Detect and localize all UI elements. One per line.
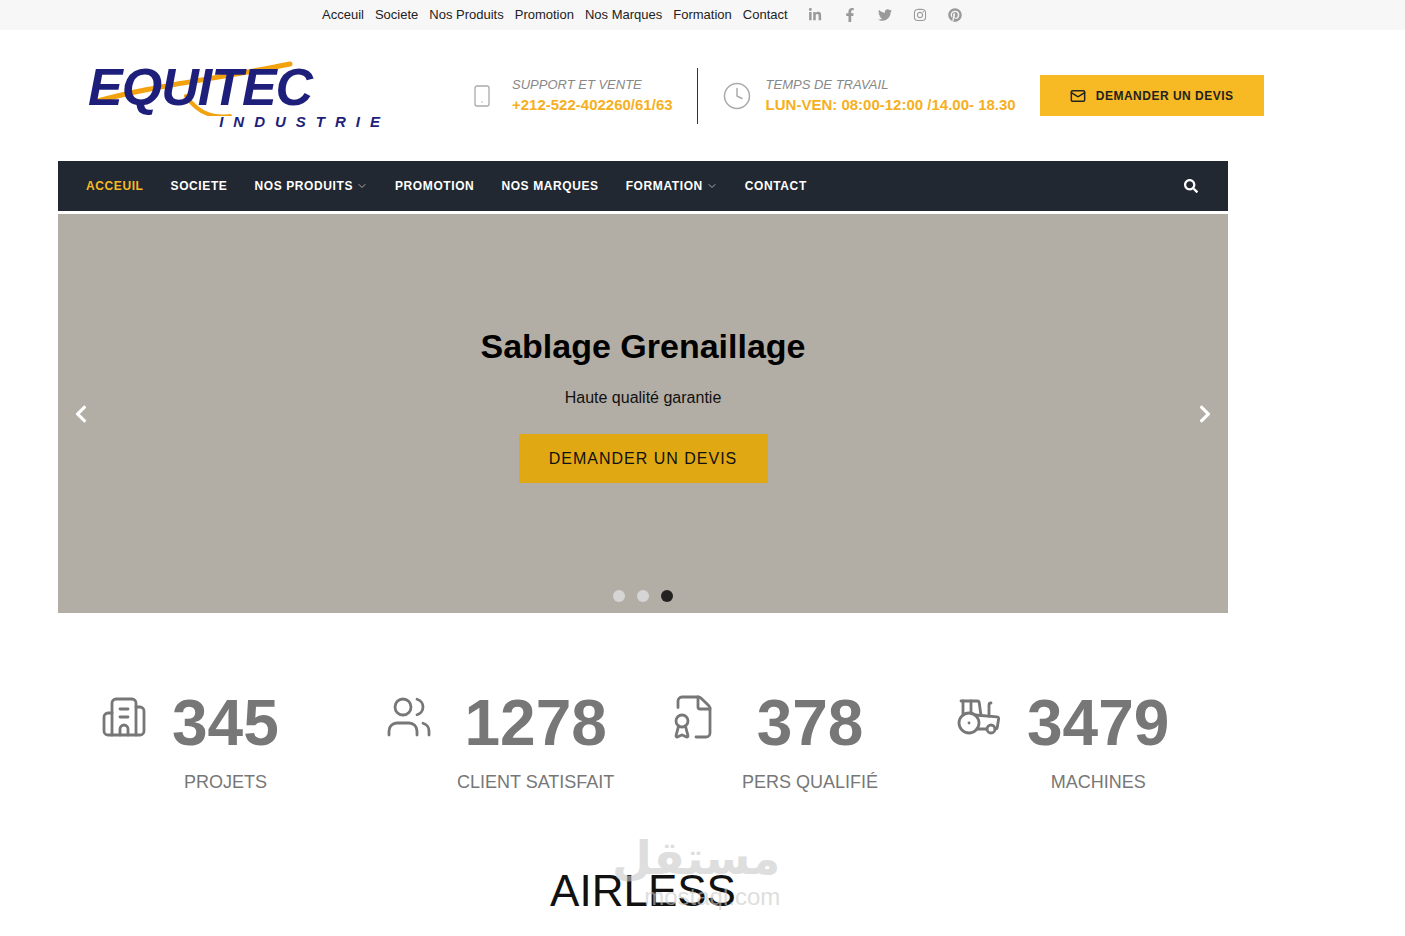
users-icon	[385, 693, 433, 741]
stat-label: PROJETS	[184, 769, 267, 796]
watermark: مستقلmostaql.com	[612, 832, 780, 910]
chevron-down-icon	[706, 180, 718, 192]
top-link[interactable]: Acceuil	[322, 5, 364, 25]
logo[interactable]: EQUITECINDUSTRIE	[88, 54, 390, 138]
hours-block: TEMPS DE TRAVAILLUN-VEN: 08:00-12:00 /14…	[722, 75, 1016, 117]
top-link[interactable]: Nos Produits	[429, 5, 503, 25]
support-block: SUPPORT ET VENTE+212-522-402260/61/63	[470, 75, 673, 117]
hero-title: Sablage Grenaillage	[480, 326, 805, 366]
top-link[interactable]: Promotion	[515, 5, 574, 25]
facebook-icon[interactable]	[843, 8, 857, 22]
nav-item[interactable]: NOS PRODUITS	[254, 177, 368, 195]
nav-item[interactable]: ACCEUIL	[86, 177, 144, 195]
section-title: AIRLESS	[58, 866, 1228, 916]
search-icon[interactable]	[1184, 179, 1198, 193]
mail-icon	[1070, 88, 1086, 104]
stat-value: 345	[172, 691, 279, 755]
nav-item[interactable]: SOCIETE	[171, 177, 228, 195]
nav-item[interactable]: PROMOTION	[395, 177, 474, 195]
nav-bar: ACCEUIL SOCIETE NOS PRODUITS PROMOTION NOS M…	[58, 161, 1228, 211]
nav-item[interactable]: NOS MARQUES	[501, 177, 598, 195]
slider-dot[interactable]	[613, 590, 625, 602]
tractor-icon	[955, 693, 1003, 741]
page: Acceuil Societe Nos Produits Promotion Nos M…	[0, 0, 1405, 936]
hero-slider: Sablage Grenaillage Haute qualité garanti…	[58, 214, 1228, 613]
stat-value: 1278	[465, 691, 607, 755]
prev-arrow-icon[interactable]	[74, 404, 88, 424]
slider-dots	[58, 590, 1228, 602]
top-bar: Acceuil Societe Nos Produits Promotion Nos M…	[0, 0, 1405, 30]
slider-dot[interactable]	[637, 590, 649, 602]
stat-item: 3479 MACHINES	[955, 691, 1240, 796]
building-icon	[100, 693, 148, 741]
nav-item[interactable]: FORMATION	[626, 177, 718, 195]
chevron-down-icon	[356, 180, 368, 192]
stat-item: 1278 CLIENT SATISFAIT	[385, 691, 670, 796]
stat-label: MACHINES	[1051, 769, 1146, 796]
stat-value: 378	[757, 691, 864, 755]
stat-item: 378 PERS QUALIFIÉ	[670, 691, 955, 796]
stat-item: 345 PROJETS	[100, 691, 385, 796]
hero-subtitle: Haute qualité garantie	[565, 386, 722, 410]
slider-dot[interactable]	[661, 590, 673, 602]
phone-icon	[470, 80, 494, 112]
instagram-icon[interactable]	[913, 8, 927, 22]
top-link[interactable]: Contact	[743, 5, 788, 25]
stats-row: 345 PROJETS 1278 CLIENT SATISFAIT 378 PERS QU…	[100, 691, 1240, 796]
stat-label: PERS QUALIFIÉ	[742, 769, 878, 796]
stat-label: CLIENT SATISFAIT	[457, 769, 614, 796]
hero-quote-button[interactable]: DEMANDER UN DEVIS	[519, 434, 768, 483]
quote-button[interactable]: DEMANDER UN DEVIS	[1040, 75, 1264, 116]
twitter-icon[interactable]	[878, 8, 892, 22]
top-link[interactable]: Societe	[375, 5, 418, 25]
stat-value: 3479	[1027, 691, 1169, 755]
linkedin-icon[interactable]	[808, 8, 822, 22]
next-arrow-icon[interactable]	[1198, 404, 1212, 424]
pinterest-icon[interactable]	[948, 8, 962, 22]
certificate-icon	[670, 693, 718, 741]
header-divider	[697, 68, 698, 124]
top-link[interactable]: Nos Marques	[585, 5, 662, 25]
nav-item[interactable]: CONTACT	[745, 177, 807, 195]
header: EQUITECINDUSTRIE SUPPORT ET VENTE+212-522…	[0, 30, 1405, 161]
clock-icon	[722, 81, 752, 111]
top-link[interactable]: Formation	[673, 5, 732, 25]
